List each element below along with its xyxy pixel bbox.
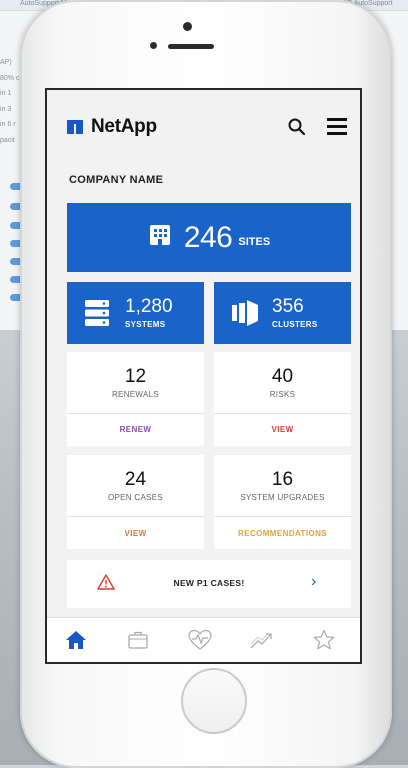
- clusters-count: 356: [272, 296, 304, 317]
- front-camera: [150, 42, 157, 49]
- systems-label: SYSTEMS: [125, 320, 166, 329]
- view-risks-button[interactable]: VIEW: [214, 425, 351, 434]
- health-icon[interactable]: [185, 626, 215, 654]
- star-icon[interactable]: [309, 626, 339, 654]
- open-cases-card: 24 OPEN CASES VIEW: [67, 455, 204, 549]
- renewals-card: 12 RENEWALS RENEW: [67, 352, 204, 446]
- open-cases-count: 24: [124, 469, 147, 490]
- upgrades-count: 16: [271, 469, 294, 490]
- bottom-tab-bar: [47, 617, 360, 662]
- sites-count: 246: [183, 220, 233, 254]
- p1-cases-alert[interactable]: NEW P1 CASES! ›: [67, 560, 351, 608]
- systems-tile[interactable]: 1,280 SYSTEMS: [67, 282, 204, 344]
- netapp-logo: NetApp: [67, 116, 157, 138]
- app-screen: NetApp COMPANY NAME 246 SITES 1,280 SYST…: [45, 88, 362, 664]
- sites-label: SITES: [238, 235, 271, 248]
- card-divider: [67, 516, 204, 517]
- netapp-logo-mark: [67, 120, 85, 134]
- card-divider: [214, 413, 351, 414]
- home-button[interactable]: [181, 668, 247, 734]
- renew-button[interactable]: RENEW: [67, 425, 204, 434]
- recommendations-button[interactable]: RECOMMENDATIONS: [214, 529, 351, 538]
- server-icon: [85, 300, 109, 331]
- background-text: AP) 80% c in 1 in 3 in 6 r pacit: [0, 59, 20, 144]
- upgrades-label: SYSTEM UPGRADES: [240, 493, 325, 502]
- app-header: NetApp: [47, 90, 360, 160]
- sensor-dot: [183, 22, 192, 31]
- trend-icon[interactable]: [247, 626, 277, 654]
- clusters-label: CLUSTERS: [272, 320, 318, 329]
- earpiece-speaker: [168, 44, 214, 49]
- alert-text: NEW P1 CASES!: [173, 578, 245, 588]
- open-cases-label: OPEN CASES: [107, 493, 163, 502]
- cluster-icon: [232, 300, 258, 331]
- renewals-count: 12: [124, 366, 147, 387]
- card-divider: [67, 413, 204, 414]
- upgrades-card: 16 SYSTEM UPGRADES RECOMMENDATIONS: [214, 455, 351, 549]
- renewals-label: RENEWALS: [111, 390, 159, 399]
- company-name: COMPANY NAME: [69, 174, 164, 186]
- systems-count: 1,280: [125, 296, 173, 317]
- risks-label: RISKS: [269, 390, 296, 399]
- view-cases-button[interactable]: VIEW: [67, 529, 204, 538]
- risks-card: 40 RISKS VIEW: [214, 352, 351, 446]
- clusters-tile[interactable]: 356 CLUSTERS: [214, 282, 351, 344]
- logo-text: NetApp: [91, 116, 157, 137]
- risks-count: 40: [271, 366, 294, 387]
- card-divider: [214, 516, 351, 517]
- briefcase-icon[interactable]: [123, 626, 153, 654]
- hamburger-menu-icon[interactable]: [327, 118, 349, 136]
- search-icon[interactable]: [287, 117, 307, 137]
- phone-frame: NetApp COMPANY NAME 246 SITES 1,280 SYST…: [20, 0, 392, 768]
- home-icon[interactable]: [61, 626, 91, 654]
- chevron-right-icon[interactable]: ›: [311, 573, 316, 591]
- building-icon: [148, 223, 172, 252]
- sites-tile[interactable]: 246 SITES: [67, 203, 351, 272]
